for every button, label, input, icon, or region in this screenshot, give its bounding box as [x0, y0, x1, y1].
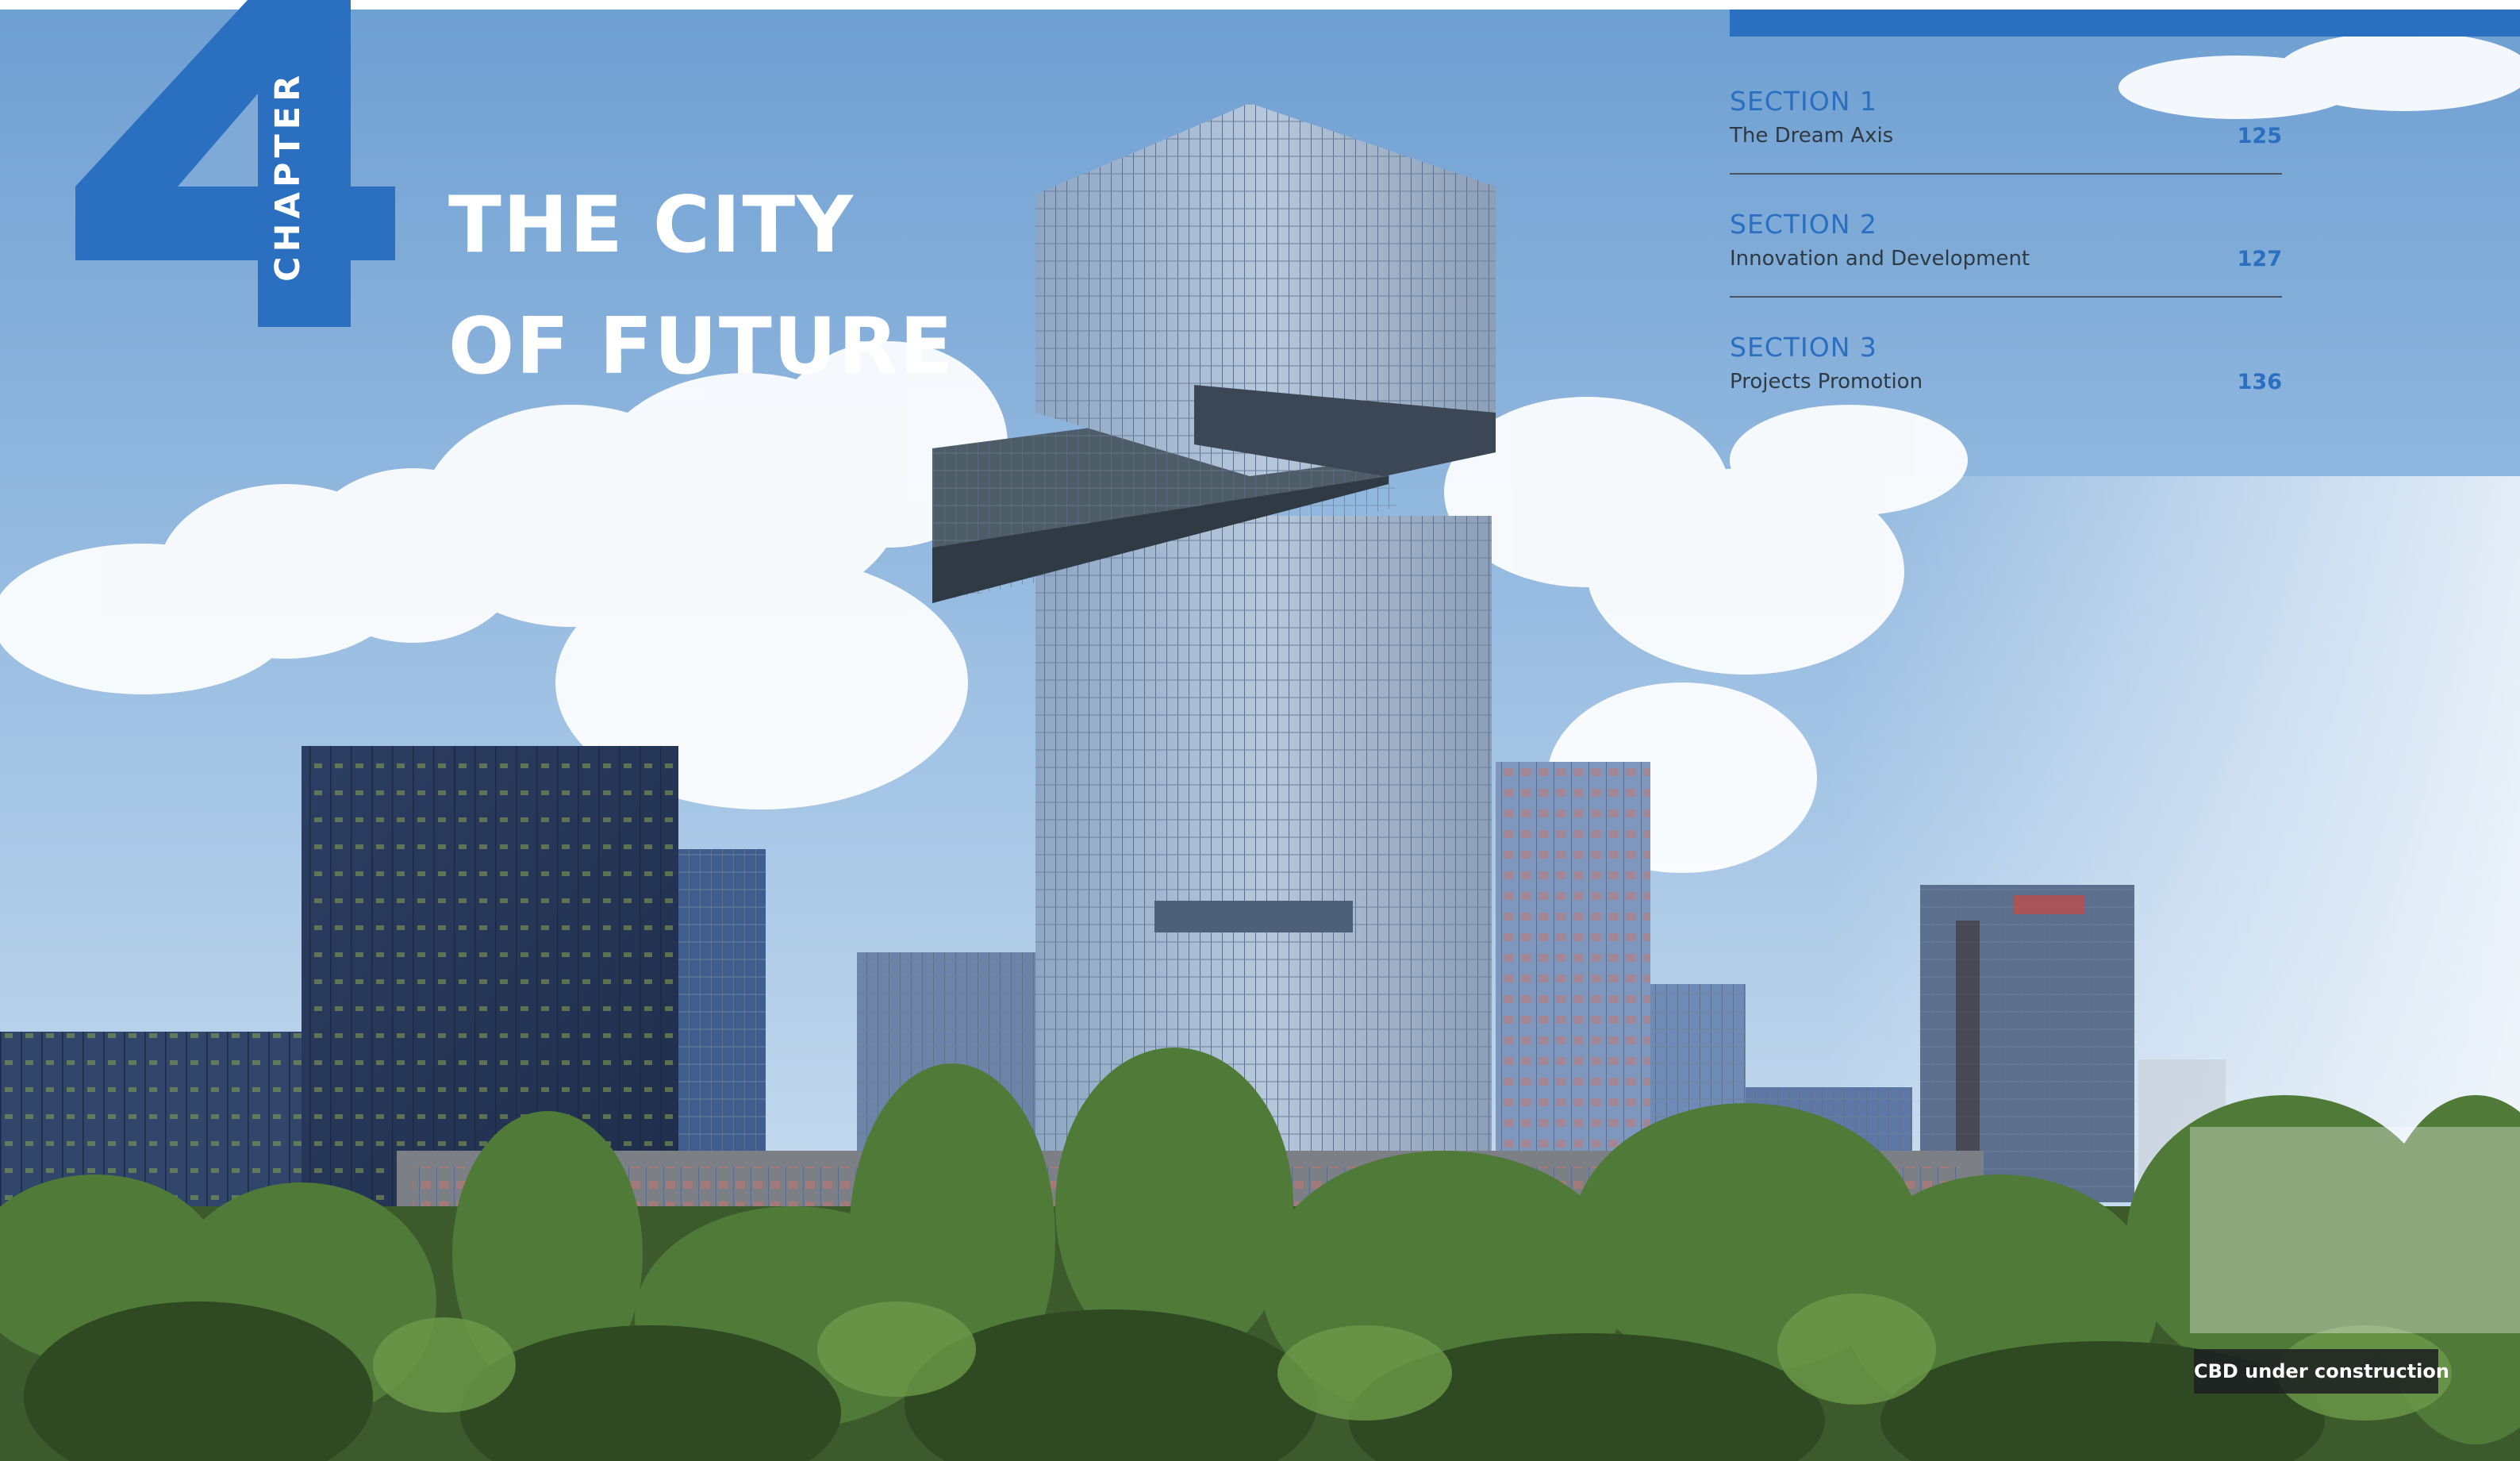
table-of-contents: SECTION 1 The Dream Axis 125 SECTION 2 I… [1730, 86, 2282, 455]
toc-entry-section-3[interactable]: SECTION 3 Projects Promotion 136 [1730, 332, 2282, 455]
toc-divider [1730, 296, 2282, 298]
toc-entry-section-1[interactable]: SECTION 1 The Dream Axis 125 [1730, 86, 2282, 209]
chapter-title-line-1: THE CITY [448, 180, 855, 271]
toc-section-name: The Dream Axis [1730, 124, 1894, 148]
toc-section-name: Projects Promotion [1730, 370, 1923, 394]
toc-section-label: SECTION 1 [1730, 86, 1877, 117]
toc-section-label: SECTION 3 [1730, 332, 1877, 363]
toc-section-label: SECTION 2 [1730, 209, 1877, 240]
chapter-label: CHAPTER [268, 70, 308, 282]
toc-entry-section-2[interactable]: SECTION 2 Innovation and Development 127 [1730, 209, 2282, 332]
toc-page-number: 127 [2237, 247, 2282, 271]
toc-divider [1730, 173, 2282, 175]
chapter-opener-page: 4 CHAPTER THE CITY OF FUTURE SECTION 1 T… [0, 0, 2520, 1461]
toc-page-number: 136 [2237, 370, 2282, 394]
photo-caption: CBD under construction [2194, 1349, 2449, 1394]
toc-page-number: 125 [2237, 124, 2282, 148]
chapter-title-line-2: OF FUTURE [448, 302, 955, 392]
chapter-title: THE CITY OF FUTURE [448, 165, 955, 408]
toc-section-name: Innovation and Development [1730, 247, 2030, 271]
